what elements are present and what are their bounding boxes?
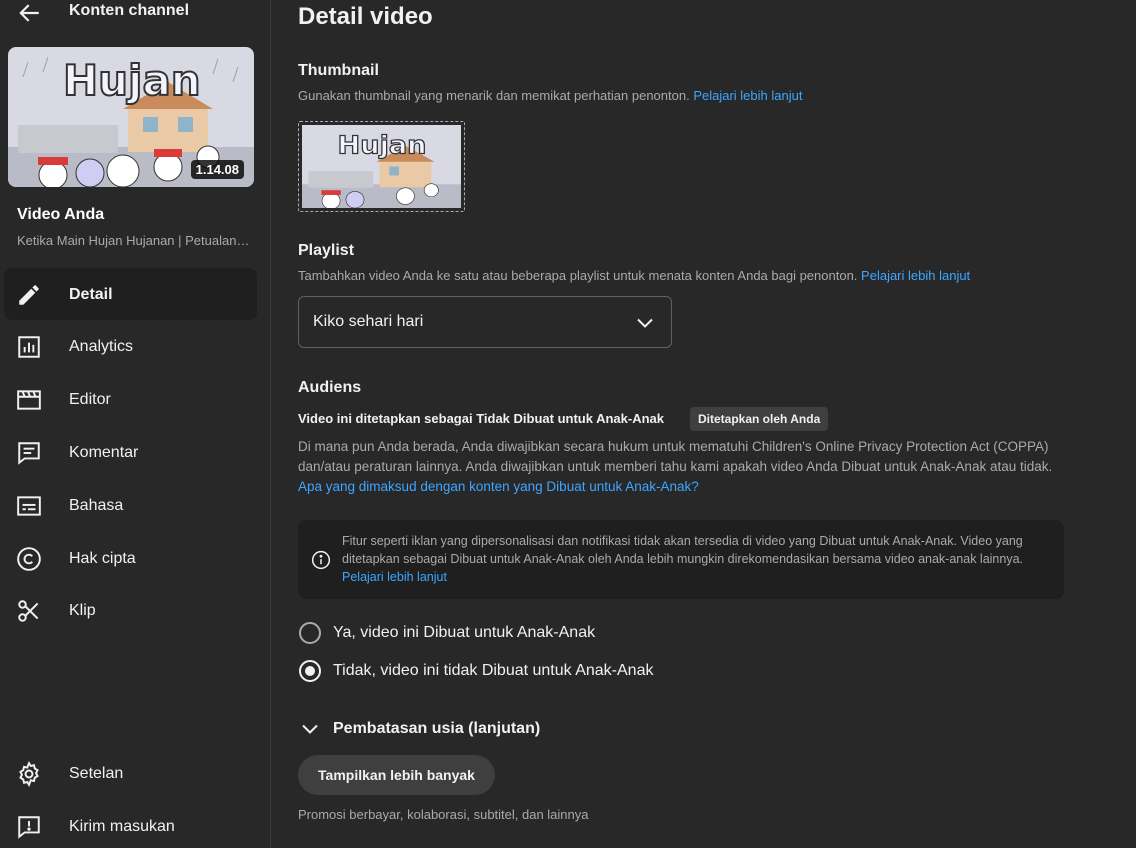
gear-icon	[19, 761, 39, 787]
main-content: Detail video Thumbnail Gunakan thumbnail…	[272, 0, 1136, 848]
video-title: Ketika Main Hujan Hujanan | Petualangan …	[17, 233, 252, 248]
nav-label: Setelan	[69, 765, 124, 782]
nav-item-editor[interactable]: Editor	[4, 373, 257, 425]
age-restriction-label: Pembatasan usia (lanjutan)	[333, 720, 541, 737]
copyright-icon	[17, 547, 41, 571]
info-text: Fitur seperti iklan yang dipersonalisasi…	[342, 532, 1052, 586]
nav-item-hak-cipta[interactable]: Hak cipta	[4, 532, 257, 584]
clapperboard-icon	[17, 390, 41, 410]
info-text-body: Fitur seperti iklan yang dipersonalisasi…	[342, 534, 1023, 566]
analytics-icon	[18, 336, 40, 358]
thumbnail-learn-more-link[interactable]: Pelajari lebih lanjut	[693, 88, 802, 103]
radio-label: Tidak, video ini tidak Dibuat untuk Anak…	[333, 662, 654, 679]
nav-item-analytics[interactable]: Analytics	[4, 320, 257, 372]
app: Konten channel Hujan 1.14.08 Video Anda …	[0, 0, 1136, 848]
sidebar-title: Konten channel	[69, 2, 190, 19]
chevron-down-icon	[637, 318, 653, 328]
comment-icon	[18, 442, 40, 465]
nav-label: Komentar	[69, 444, 139, 461]
thumbnail-logo-text: Hujan	[338, 131, 427, 160]
nav-item-klip[interactable]: Klip	[4, 584, 257, 636]
made-for-kids-link[interactable]: Apa yang dimaksud dengan konten yang Dib…	[298, 479, 699, 494]
thumbnail-preview[interactable]: Hujan	[298, 121, 465, 212]
thumbnail-preview-frame: Hujan	[302, 125, 461, 208]
nav-item-komentar[interactable]: Komentar	[4, 426, 257, 478]
playlist-section-title: Playlist	[298, 242, 355, 259]
radio-made-for-kids-yes[interactable]: Ya, video ini Dibuat untuk Anak-Anak	[298, 620, 718, 646]
playlist-description: Tambahkan video Anda ke satu atau bebera…	[298, 266, 970, 286]
info-icon	[311, 550, 331, 570]
age-restriction-toggle[interactable]: Pembatasan usia (lanjutan)	[298, 716, 598, 742]
audience-desc-text: Di mana pun Anda berada, Anda diwajibkan…	[298, 439, 1053, 474]
radio-checked-icon	[299, 660, 321, 682]
playlist-learn-more-link[interactable]: Pelajari lebih lanjut	[861, 268, 970, 283]
radio-made-for-kids-no[interactable]: Tidak, video ini tidak Dibuat untuk Anak…	[298, 658, 718, 684]
playlist-desc-text: Tambahkan video Anda ke satu atau bebera…	[298, 268, 858, 283]
nav-item-bahasa[interactable]: Bahasa	[4, 479, 257, 531]
info-learn-more-link[interactable]: Pelajari lebih lanjut	[342, 570, 447, 584]
thumbnail-description: Gunakan thumbnail yang menarik dan memik…	[298, 86, 802, 106]
sidebar: Konten channel Hujan 1.14.08 Video Anda …	[0, 0, 271, 848]
nav-label: Editor	[69, 391, 111, 408]
sidebar-header: Konten channel	[0, 0, 270, 26]
arrow-back-icon[interactable]	[16, 0, 42, 26]
chevron-down-icon	[302, 724, 318, 734]
nav-label: Kirim masukan	[69, 818, 175, 835]
scissors-icon	[18, 600, 39, 622]
svg-text:Hujan: Hujan	[63, 56, 201, 105]
nav-label: Hak cipta	[69, 550, 136, 567]
nav-label: Detail	[69, 286, 113, 303]
thumbnail-desc-text: Gunakan thumbnail yang menarik dan memik…	[298, 88, 690, 103]
nav-item-detail[interactable]: Detail	[4, 268, 257, 320]
status-badge: Ditetapkan oleh Anda	[690, 407, 829, 431]
show-more-button[interactable]: Tampilkan lebih banyak	[298, 755, 495, 795]
show-more-description: Promosi berbayar, kolaborasi, subtitel, …	[298, 807, 589, 822]
info-box: Fitur seperti iklan yang dipersonalisasi…	[298, 520, 1064, 599]
audience-status: Video ini ditetapkan sebagai Tidak Dibua…	[298, 411, 664, 426]
playlist-selected-value: Kiko sehari hari	[313, 313, 424, 330]
video-duration: 1.14.08	[190, 160, 244, 179]
thumbnail-section-title: Thumbnail	[298, 62, 379, 79]
video-thumbnail[interactable]: Hujan 1.14.08	[8, 47, 254, 187]
nav-item-setelan[interactable]: Setelan	[4, 747, 257, 799]
nav-item-kirim-masukan[interactable]: Kirim masukan	[4, 800, 257, 848]
nav-label: Klip	[69, 602, 96, 619]
feedback-icon	[18, 816, 40, 839]
audience-description: Di mana pun Anda berada, Anda diwajibkan…	[298, 437, 1068, 497]
audience-section-title: Audiens	[298, 379, 362, 396]
nav-label: Bahasa	[69, 497, 124, 514]
thumbnail-preview-image: Hujan	[302, 125, 461, 208]
subtitles-icon	[17, 496, 41, 516]
page-title: Detail video	[298, 3, 433, 30]
playlist-dropdown[interactable]: Kiko sehari hari	[298, 296, 672, 348]
radio-label: Ya, video ini Dibuat untuk Anak-Anak	[333, 624, 596, 641]
your-video-label: Video Anda	[17, 206, 105, 223]
nav-label: Analytics	[69, 338, 134, 355]
pencil-icon	[19, 285, 39, 305]
radio-unchecked-icon	[299, 622, 321, 644]
